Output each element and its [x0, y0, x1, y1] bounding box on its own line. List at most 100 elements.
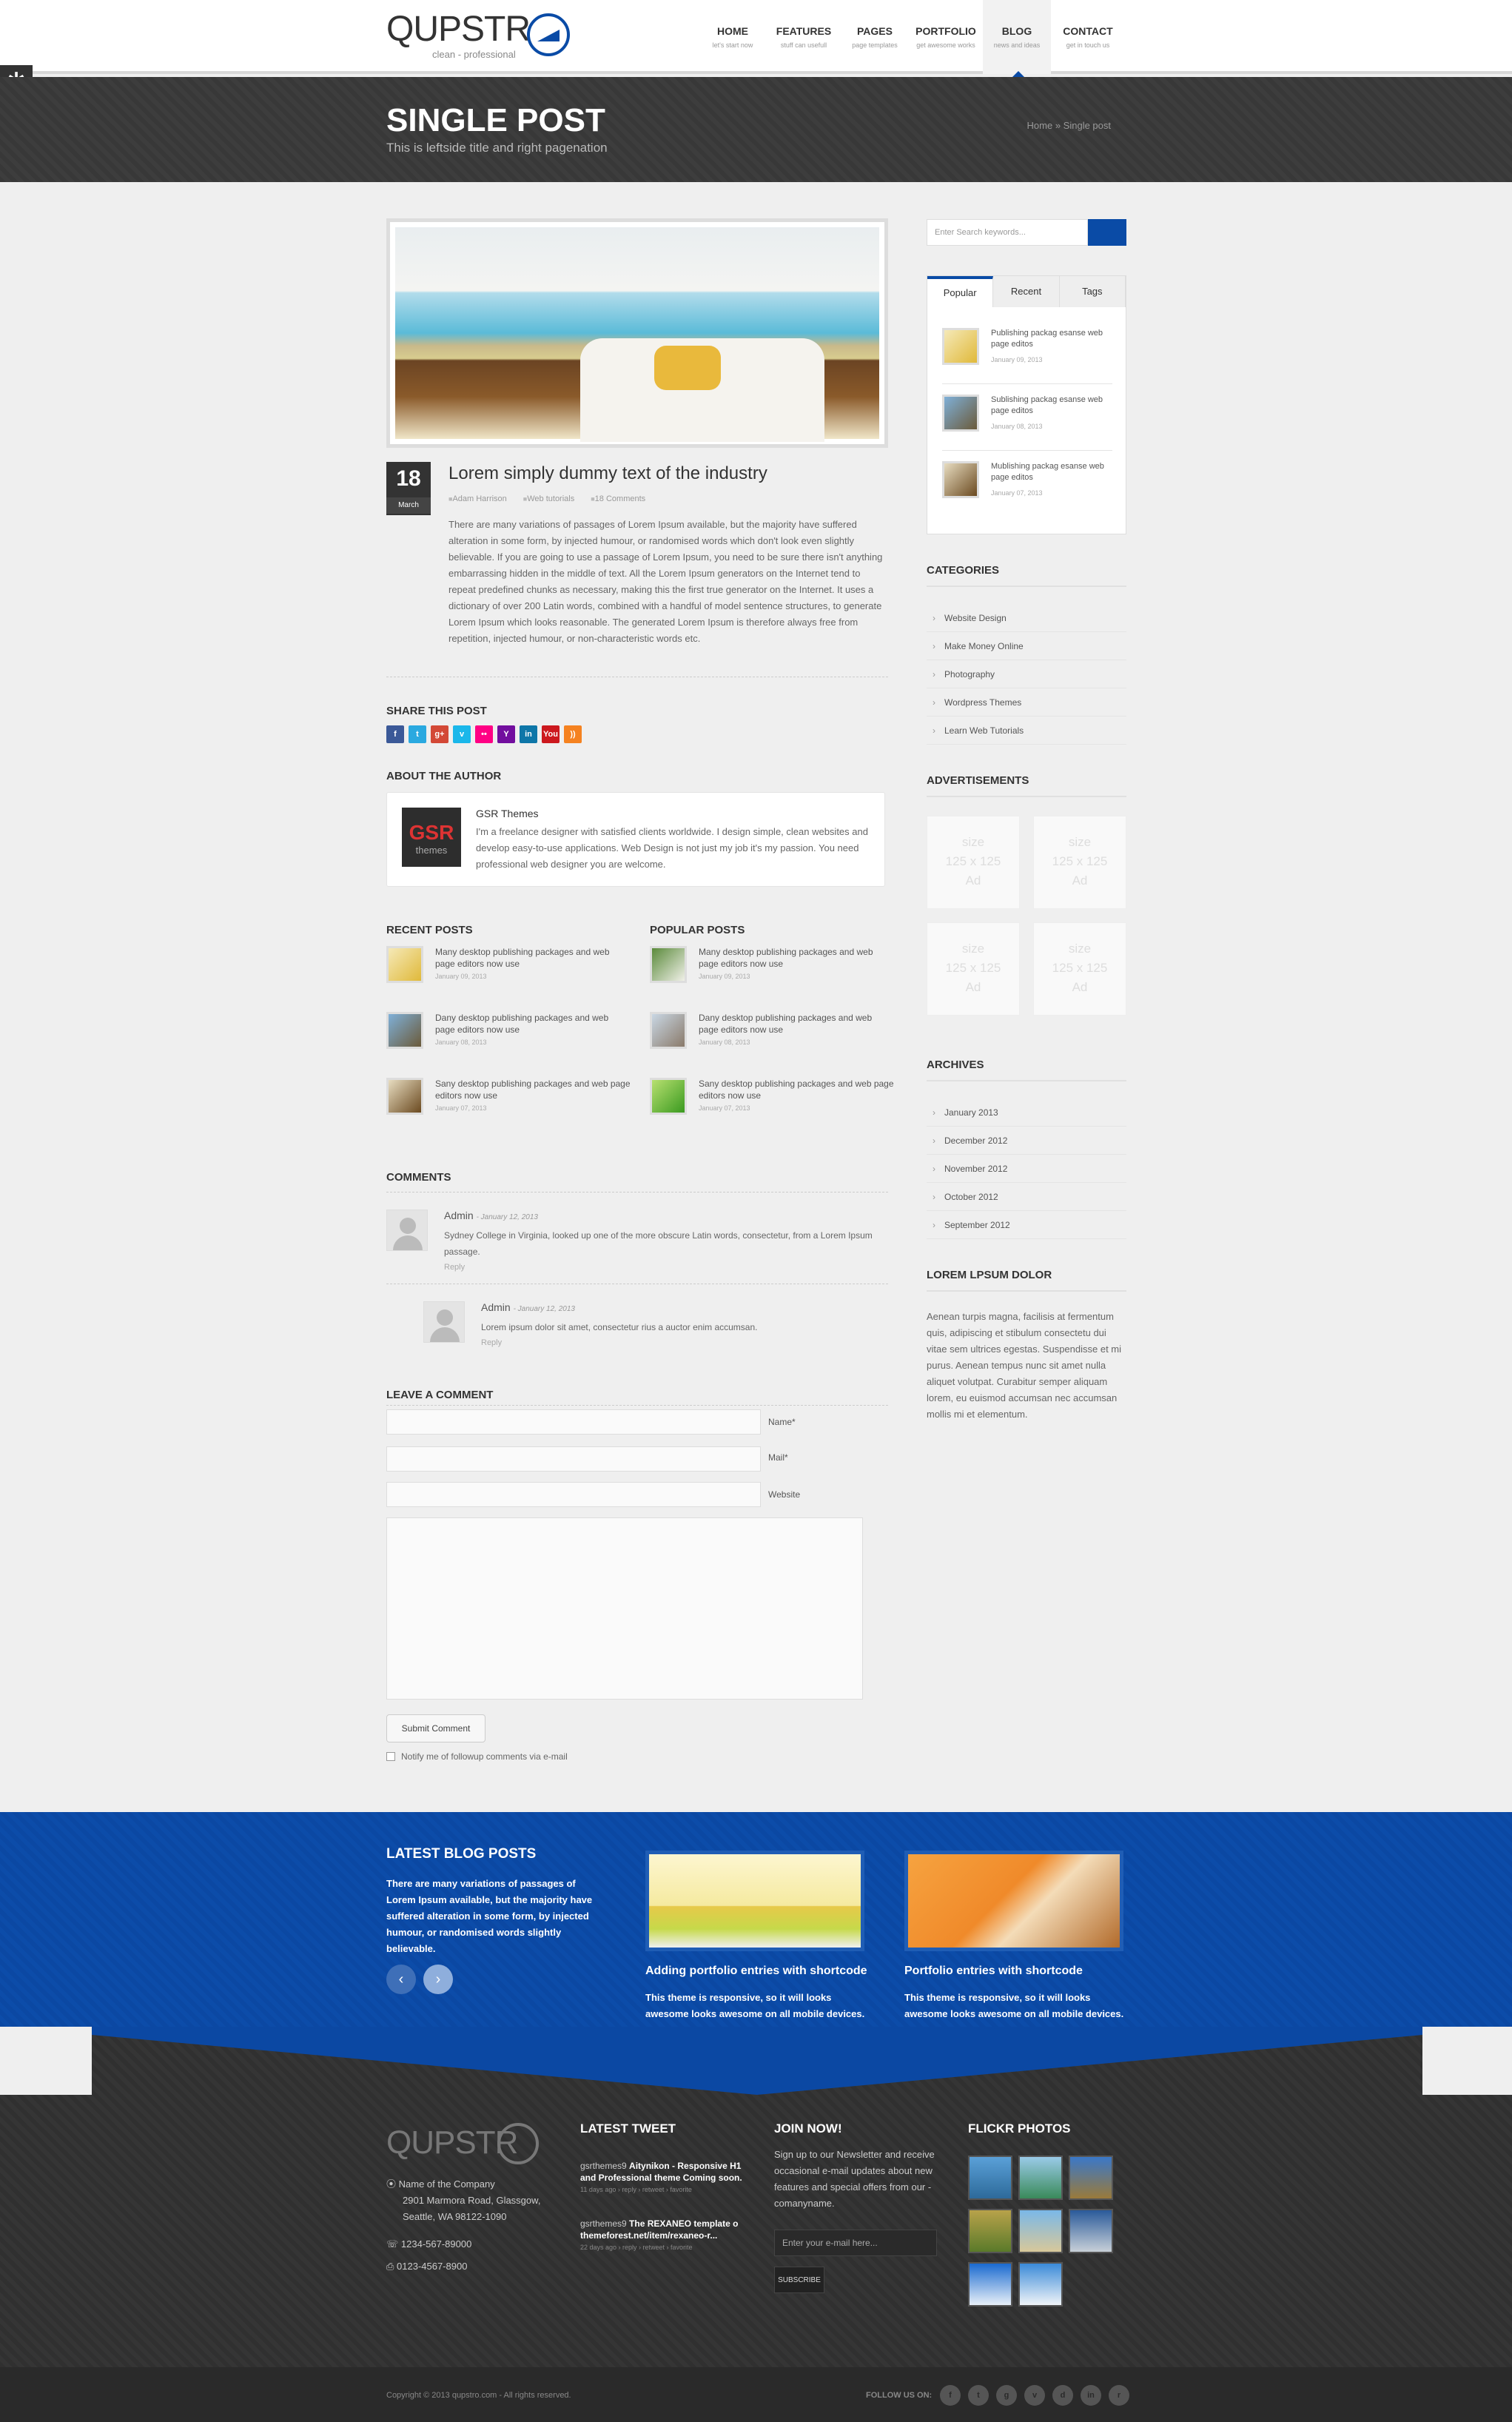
category-link[interactable]: Wordpress Themes: [927, 688, 1126, 717]
join-text: Sign up to our Newsletter and receive oc…: [774, 2149, 935, 2209]
linkedin-icon[interactable]: in: [1081, 2385, 1101, 2406]
facebook-icon[interactable]: f: [386, 725, 404, 743]
post-link[interactable]: Many desktop publishing packages and web…: [699, 946, 894, 970]
archive-link[interactable]: January 2013: [927, 1098, 1126, 1127]
portfolio-title[interactable]: Adding portfolio entries with shortcode: [645, 1965, 867, 1978]
tweet-user[interactable]: gsrthemes9: [580, 2161, 627, 2171]
archive-link[interactable]: November 2012: [927, 1155, 1126, 1183]
ad-slot[interactable]: size 125 x 125 Ad: [927, 816, 1020, 909]
list-item[interactable]: Many desktop publishing packages and web…: [650, 946, 894, 998]
submit-comment-button[interactable]: Submit Comment: [386, 1714, 485, 1742]
comment-textarea[interactable]: [386, 1517, 863, 1700]
tweet-user[interactable]: gsrthemes9: [580, 2218, 627, 2229]
twitter-icon[interactable]: t: [409, 725, 426, 743]
portfolio-title[interactable]: Portfolio entries with shortcode: [904, 1965, 1083, 1978]
vimeo-icon[interactable]: v: [1024, 2385, 1045, 2406]
search-input[interactable]: Enter Search keywords...: [927, 219, 1088, 246]
ad-slot[interactable]: size 125 x 125 Ad: [1033, 816, 1126, 909]
tab-recent[interactable]: Recent: [993, 276, 1060, 307]
portfolio-image[interactable]: [904, 1851, 1123, 1951]
portfolio-image[interactable]: [645, 1851, 864, 1951]
reply-link[interactable]: Reply: [481, 1338, 502, 1347]
list-item[interactable]: Many desktop publishing packages and web…: [386, 946, 631, 998]
ad-slot[interactable]: size 125 x 125 Ad: [1033, 922, 1126, 1016]
category-link[interactable]: Website Design: [927, 604, 1126, 632]
comment-author[interactable]: Admin: [444, 1210, 474, 1221]
googleplus-icon[interactable]: g: [996, 2385, 1017, 2406]
post-link[interactable]: Dany desktop publishing packages and web…: [699, 1012, 894, 1036]
flickr-photo[interactable]: [968, 2262, 1012, 2307]
facebook-icon[interactable]: f: [940, 2385, 961, 2406]
chevron-left-icon[interactable]: ‹: [386, 1965, 416, 1994]
tab-tags[interactable]: Tags: [1060, 276, 1126, 307]
website-field[interactable]: [386, 1482, 761, 1507]
post-link[interactable]: Dany desktop publishing packages and web…: [435, 1012, 631, 1036]
category-link[interactable]: Photography: [927, 660, 1126, 688]
nav-portfolio[interactable]: PORTFOLIO get awesome works: [912, 0, 980, 74]
flickr-photo[interactable]: [968, 2156, 1012, 2200]
ad-slot[interactable]: size 125 x 125 Ad: [927, 922, 1020, 1016]
notify-checkbox[interactable]: [386, 1752, 395, 1761]
post-title[interactable]: Lorem simply dummy text of the industry: [448, 463, 767, 484]
list-item[interactable]: Publishing packag esanse web page editos…: [942, 328, 1112, 384]
tweet-meta[interactable]: 22 days ago › reply › retweet › favorite: [580, 2241, 745, 2253]
archive-link[interactable]: October 2012: [927, 1183, 1126, 1211]
author-name[interactable]: GSR Themes: [476, 808, 539, 819]
mail-field[interactable]: [386, 1446, 761, 1472]
list-item[interactable]: Sany desktop publishing packages and web…: [650, 1078, 894, 1130]
flickr-photo[interactable]: [1069, 2156, 1113, 2200]
archive-link[interactable]: September 2012: [927, 1211, 1126, 1239]
list-item[interactable]: Sublishing packag esanse web page editos…: [942, 395, 1112, 451]
post-day: 18: [396, 466, 421, 491]
youtube-icon[interactable]: You: [542, 725, 560, 743]
post-thumbnail: [650, 1078, 687, 1115]
nav-blog[interactable]: BLOG news and ideas: [983, 0, 1051, 77]
nav-contact[interactable]: CONTACT get in touch us: [1054, 0, 1122, 74]
post-comments-count[interactable]: 18 Comments: [591, 494, 645, 503]
list-item[interactable]: Dany desktop publishing packages and web…: [386, 1012, 631, 1064]
rss-icon[interactable]: r: [1109, 2385, 1129, 2406]
leave-comment-title: LEAVE A COMMENT: [386, 1389, 494, 1401]
list-item[interactable]: Dany desktop publishing packages and web…: [650, 1012, 894, 1064]
flickr-photo[interactable]: [1018, 2209, 1063, 2253]
subscribe-button[interactable]: SUBSCRIBE: [774, 2267, 824, 2293]
search-button[interactable]: [1088, 219, 1126, 246]
nav-features[interactable]: FEATURES stuff can usefull: [770, 0, 838, 74]
comment-author[interactable]: Admin: [481, 1301, 511, 1313]
name-field[interactable]: [386, 1409, 761, 1435]
googleplus-icon[interactable]: g+: [431, 725, 448, 743]
nav-pages[interactable]: PAGES page templates: [841, 0, 909, 74]
list-item[interactable]: Sany desktop publishing packages and web…: [386, 1078, 631, 1130]
tab-popular[interactable]: Popular: [927, 276, 994, 307]
linkedin-icon[interactable]: in: [520, 725, 537, 743]
flickr-icon[interactable]: ••: [475, 725, 493, 743]
list-item[interactable]: Mublishing packag esanse web page editos…: [942, 461, 1112, 517]
flickr-photo[interactable]: [1018, 2156, 1063, 2200]
logo[interactable]: QUPSTR clean - professional: [386, 10, 571, 62]
twitter-icon[interactable]: t: [968, 2385, 989, 2406]
post-link[interactable]: Sany desktop publishing packages and web…: [435, 1078, 631, 1101]
archive-link[interactable]: December 2012: [927, 1127, 1126, 1155]
vimeo-icon[interactable]: v: [453, 725, 471, 743]
post-link[interactable]: Sany desktop publishing packages and web…: [699, 1078, 894, 1101]
flickr-photo[interactable]: [968, 2209, 1012, 2253]
nav-home[interactable]: HOME let's start now: [699, 0, 767, 74]
category-link[interactable]: Make Money Online: [927, 632, 1126, 660]
post-link[interactable]: Many desktop publishing packages and web…: [435, 946, 631, 970]
post-link[interactable]: Publishing packag esanse web page editos: [991, 328, 1109, 350]
dribbble-icon[interactable]: d: [1052, 2385, 1073, 2406]
breadcrumb[interactable]: Home » Single post: [1027, 120, 1111, 131]
category-link[interactable]: Learn Web Tutorials: [927, 717, 1126, 745]
chevron-right-icon[interactable]: ›: [423, 1965, 453, 1994]
post-author[interactable]: Adam Harrison: [448, 494, 506, 503]
post-category[interactable]: Web tutorials: [523, 494, 574, 503]
tweet-meta[interactable]: 11 days ago › reply › retweet › favorite: [580, 2184, 745, 2195]
post-link[interactable]: Sublishing packag esanse web page editos: [991, 395, 1109, 417]
rss-icon[interactable]: )): [564, 725, 582, 743]
flickr-photo[interactable]: [1069, 2209, 1113, 2253]
yahoo-icon[interactable]: Y: [497, 725, 515, 743]
reply-link[interactable]: Reply: [444, 1263, 465, 1272]
post-link[interactable]: Mublishing packag esanse web page editos: [991, 461, 1109, 483]
email-field[interactable]: Enter your e-mail here...: [774, 2230, 937, 2256]
flickr-photo[interactable]: [1018, 2262, 1063, 2307]
